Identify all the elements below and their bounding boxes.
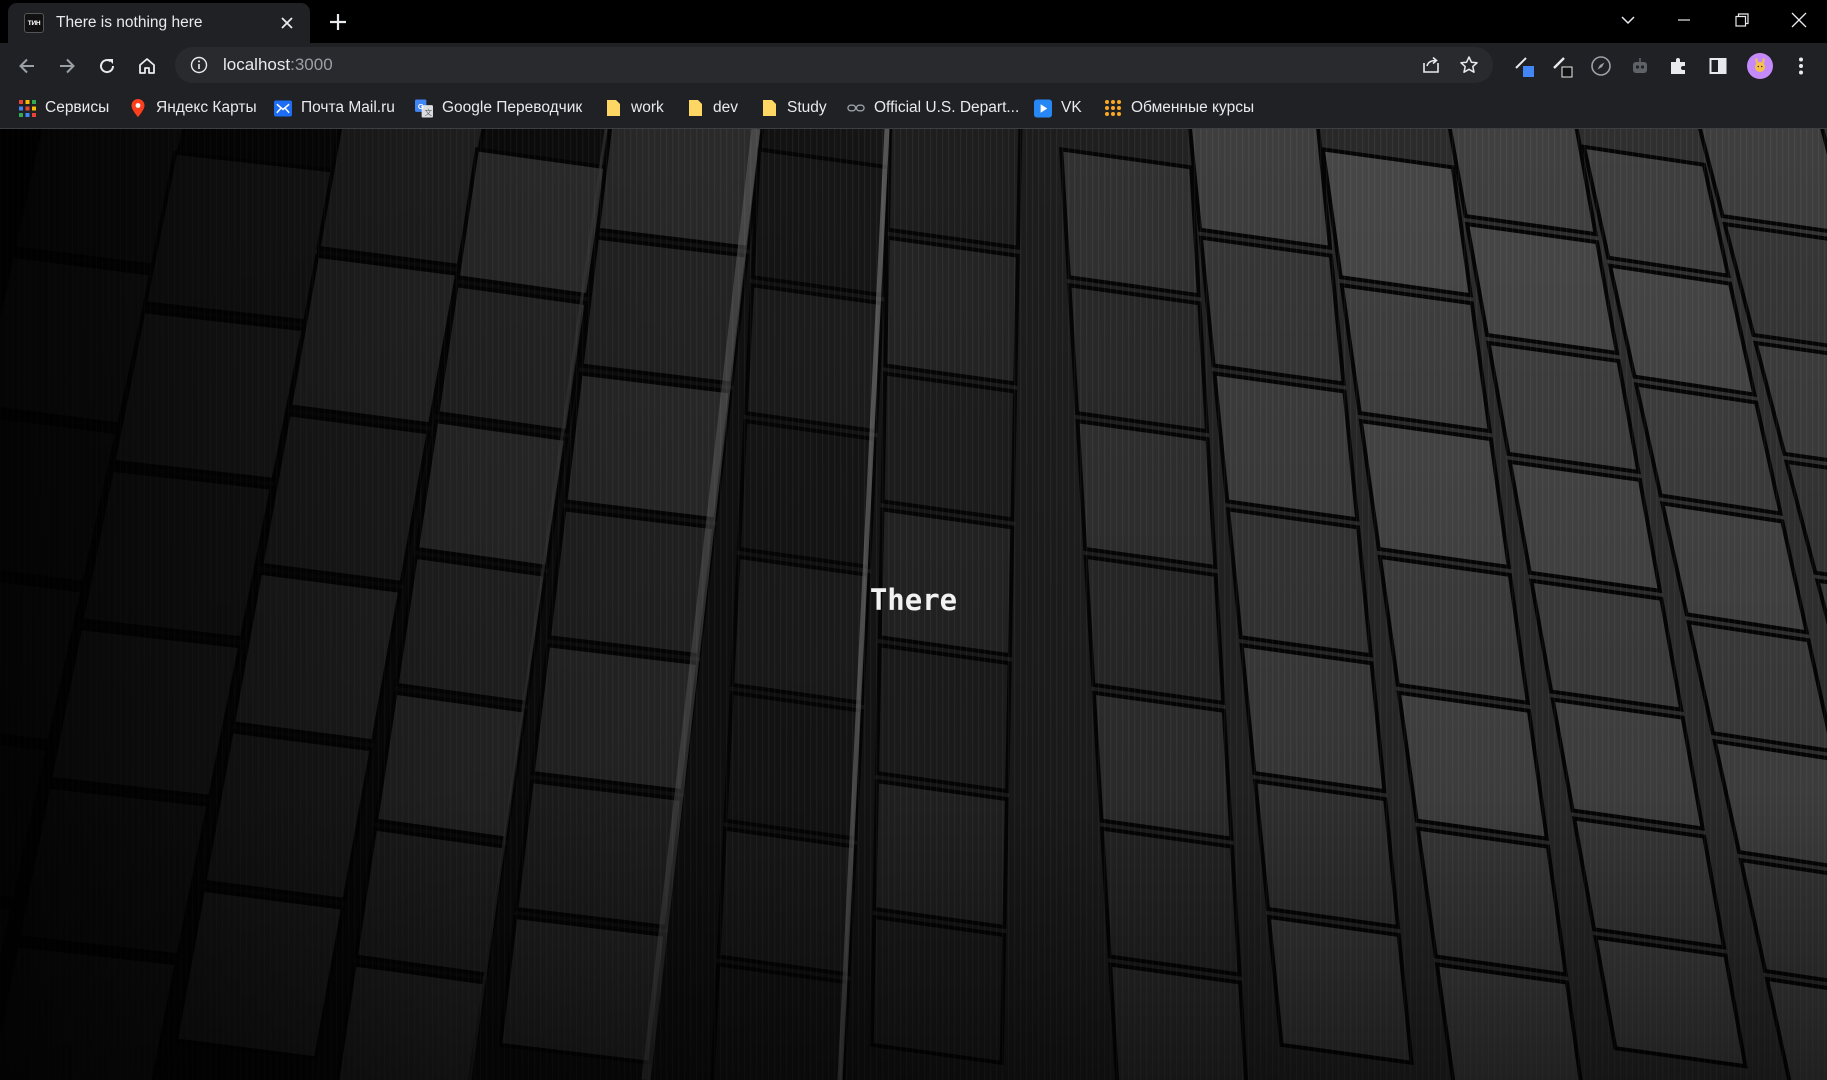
bookmark-folder-work[interactable]: work — [604, 96, 664, 120]
window-close-button[interactable] — [1771, 0, 1827, 40]
restore-button[interactable] — [1714, 0, 1770, 40]
browser-tab[interactable]: ТИН There is nothing here — [8, 3, 310, 43]
bookmark-label: Official U.S. Depart... — [874, 99, 1020, 116]
map-pin-icon — [129, 99, 147, 117]
bookmark-label: dev — [713, 99, 738, 116]
extension-pen-blue-icon[interactable] — [1509, 51, 1539, 81]
close-icon — [1791, 12, 1807, 28]
bookmark-official-us-dept[interactable]: Official U.S. Depart... — [847, 96, 1019, 120]
play-icon — [1034, 99, 1052, 117]
svg-text:文: 文 — [424, 107, 432, 117]
new-tab-button[interactable] — [322, 8, 354, 36]
reload-icon — [100, 59, 115, 74]
tab-favicon-icon: ТИН — [24, 13, 44, 33]
page-viewport: There — [0, 129, 1827, 1080]
kebab-menu-icon — [1799, 57, 1803, 75]
compass-icon[interactable] — [1586, 51, 1616, 81]
minimize-icon — [1678, 19, 1690, 21]
close-icon[interactable] — [276, 12, 298, 34]
home-button[interactable] — [131, 50, 163, 82]
bookmark-vk[interactable]: VK — [1034, 96, 1082, 120]
address-bar[interactable]: localhost:3000 — [175, 47, 1493, 83]
url-port: :3000 — [290, 55, 333, 74]
bookmark-services[interactable]: Сервисы — [18, 96, 109, 120]
bookmark-label: Обменные курсы — [1131, 99, 1255, 116]
side-panel-icon[interactable] — [1703, 51, 1733, 81]
tab-search-button[interactable] — [1600, 0, 1656, 40]
back-button[interactable] — [11, 50, 43, 82]
folder-icon — [686, 99, 704, 117]
bookmark-star-icon[interactable] — [1457, 53, 1481, 77]
url-text[interactable]: localhost:3000 — [223, 55, 333, 75]
tab-strip: ТИН There is nothing here — [0, 0, 1827, 43]
bookmark-label: Сервисы — [45, 99, 110, 116]
browser-toolbar: localhost:3000 — [0, 43, 1827, 87]
extension-pen-dark-icon[interactable] — [1547, 51, 1577, 81]
arrow-left-icon — [19, 58, 34, 74]
minimize-button[interactable] — [1656, 0, 1712, 40]
robot-icon[interactable] — [1625, 51, 1655, 81]
reload-button[interactable] — [91, 50, 123, 82]
bookmark-label: Яндекс Карты — [156, 99, 257, 116]
chevron-down-icon — [1621, 16, 1635, 25]
page-heading: There — [869, 583, 958, 617]
arrow-right-icon — [60, 58, 75, 74]
tab-title: There is nothing here — [56, 14, 203, 31]
home-icon — [139, 58, 155, 74]
puzzle-extensions-icon[interactable] — [1664, 51, 1694, 81]
forward-button[interactable] — [51, 50, 83, 82]
url-host: localhost — [223, 55, 291, 74]
bookmark-label: VK — [1061, 99, 1082, 116]
bookmark-folder-dev[interactable]: dev — [686, 96, 738, 120]
browser-menu-button[interactable] — [1786, 51, 1816, 81]
avatar-icon — [1747, 53, 1773, 79]
profile-avatar[interactable] — [1745, 51, 1775, 81]
bookmark-label: Google Переводчик — [442, 99, 583, 116]
bookmark-label: Study — [787, 99, 827, 116]
dots-grid-icon — [1104, 99, 1122, 117]
bookmark-yandex-maps[interactable]: Яндекс Карты — [129, 96, 257, 120]
bookmark-exchange-rates[interactable]: Обменные курсы — [1104, 96, 1254, 120]
translate-icon: G文 — [415, 99, 433, 117]
apps-grid-icon — [18, 99, 36, 117]
bookmark-folder-study[interactable]: Study — [760, 96, 827, 120]
plus-icon — [330, 14, 346, 30]
bookmarks-bar: Сервисы Яндекс Карты Почта Mail.ru G文 Go… — [0, 87, 1827, 129]
restore-icon — [1735, 13, 1749, 27]
bookmark-google-translate[interactable]: G文 Google Переводчик — [415, 96, 582, 120]
folder-icon — [760, 99, 778, 117]
share-icon[interactable] — [1419, 53, 1443, 77]
link-icon — [847, 99, 865, 117]
bookmark-label: work — [631, 99, 664, 116]
mail-icon — [274, 99, 292, 117]
svg-text:G: G — [418, 101, 424, 110]
bookmark-mail-ru[interactable]: Почта Mail.ru — [274, 96, 395, 120]
folder-icon — [604, 99, 622, 117]
site-info-icon[interactable] — [189, 55, 209, 75]
bookmark-label: Почта Mail.ru — [301, 99, 395, 116]
